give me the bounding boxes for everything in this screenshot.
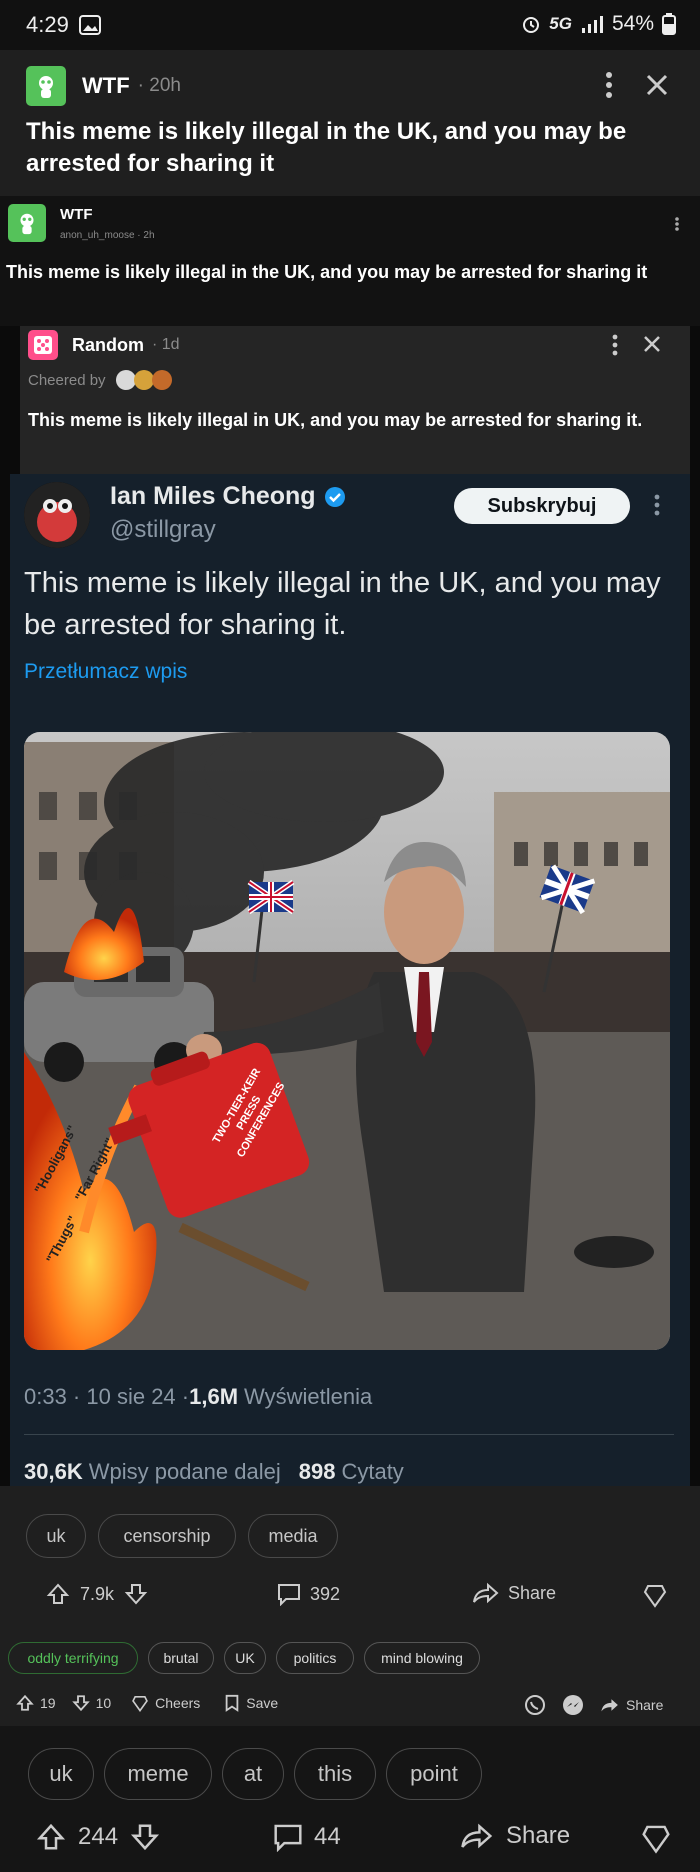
post-title[interactable]: This meme is likely illegal in the UK, a… [6,258,686,286]
embedded-actions: 19 10 Cheers Save Share [0,1686,700,1726]
upvote-icon[interactable] [36,1822,66,1852]
comment-icon[interactable] [272,1822,304,1852]
downvote-icon[interactable] [71,1694,90,1712]
cheered-by-label: Cheered by [28,371,106,389]
save-icon[interactable] [224,1694,240,1712]
status-time: 4:29 [26,12,101,38]
share-icon[interactable] [472,1582,500,1604]
flair-chip[interactable]: UK [224,1642,266,1674]
tweet-text: This meme is likely illegal in the UK, a… [24,567,661,641]
cheer-avatars-icon [114,368,174,392]
vote-count: 7.9k [80,1583,115,1604]
tag-chip[interactable]: media [248,1514,338,1558]
alien-icon [39,76,53,98]
save-label[interactable]: Save [246,1695,278,1711]
close-icon[interactable] [644,72,670,98]
embedded-post[interactable]: WTF anon_uh_moose · 2h This meme is like… [0,196,700,326]
comment-icon[interactable] [276,1582,302,1606]
community-avatar[interactable] [26,66,66,106]
tag-chip[interactable]: point [386,1748,482,1800]
post-age: · 1d [152,336,180,353]
vote-count: 244 [78,1823,119,1850]
tag-chip[interactable]: uk [26,1514,86,1558]
cheers-icon[interactable] [131,1694,149,1712]
upvote-count: 19 [40,1695,56,1711]
status-bar: 4:29 5G 54% [0,0,700,50]
post-title[interactable]: This meme is likely illegal in the UK, a… [26,116,666,180]
tag-chip[interactable]: at [222,1748,284,1800]
dice-icon [34,336,52,354]
whatsapp-icon[interactable] [524,1694,546,1716]
outer-post[interactable]: WTF · 20h This meme is likely illegal in… [0,50,700,196]
author-name[interactable]: Ian Miles Cheong [110,482,316,511]
downvote-icon[interactable] [130,1822,160,1852]
tag-chip[interactable]: censorship [98,1514,236,1558]
share-label[interactable]: Share [626,1697,663,1713]
flair-chip[interactable]: oddly terrifying [8,1642,138,1674]
tag-chip[interactable]: meme [104,1748,212,1800]
flair-chip[interactable]: brutal [148,1642,214,1674]
community-name[interactable]: WTF [60,206,92,223]
upvote-icon[interactable] [16,1694,34,1712]
more-options-icon[interactable] [654,494,660,516]
more-options-icon[interactable] [602,70,616,100]
flair-chip[interactable]: politics [276,1642,354,1674]
community-name[interactable]: WTF [82,73,130,99]
tag-chip[interactable]: uk [28,1748,94,1800]
messenger-icon[interactable] [562,1694,584,1716]
more-options-icon[interactable] [674,216,680,232]
battery-icon [662,13,676,35]
post-meta: anon_uh_moose · 2h [60,230,155,241]
share-icon[interactable] [460,1822,494,1850]
author-handle[interactable]: @stillgray [110,516,216,544]
signal-icon [580,15,604,33]
post-title[interactable]: This meme is likely illegal in UK, and y… [28,406,668,434]
comment-count: 392 [310,1583,341,1604]
battery-label: 54% [611,12,654,35]
subscribe-button[interactable]: Subskrybuj [454,488,630,524]
inner-post-footer: uk censorship media 7.9k 392 Share oddly… [0,1486,700,1706]
outer-post-footer: uk meme at this point 244 44 Share [0,1726,700,1872]
award-icon[interactable] [640,1822,672,1854]
downvote-count: 10 [95,1695,112,1711]
author-avatar[interactable] [24,482,90,548]
translate-link[interactable]: Przetłumacz wpis [24,660,187,684]
flair-chip[interactable]: mind blowing [364,1642,480,1674]
share-icon[interactable] [600,1697,620,1713]
close-icon[interactable] [642,334,662,354]
share-label[interactable]: Share [508,1583,556,1604]
tweet-stats: 30,6K Wpisy podane dalej 898 Cytaty [24,1459,404,1484]
tweet-card[interactable]: Ian Miles Cheong @stillgray Subskrybuj T… [10,474,690,1486]
downvote-icon[interactable] [124,1582,148,1606]
more-options-icon[interactable] [610,334,620,356]
post-age: · 20h [137,75,181,96]
comment-count: 44 [314,1823,341,1850]
community-name[interactable]: Random [72,335,144,356]
meme-image[interactable]: TWO-TIER-KEIR PRESS CONFERENCES "Hooliga… [24,732,670,1350]
cheers-label[interactable]: Cheers [155,1695,200,1711]
community-avatar[interactable] [28,330,58,360]
community-avatar[interactable] [8,204,46,242]
verified-icon [324,486,346,508]
inner-post[interactable]: Random · 1d Cheered by This meme is like… [20,326,690,474]
network-label: 5G [549,14,572,33]
upvote-icon[interactable] [46,1582,70,1606]
alarm-icon [521,14,541,34]
share-label[interactable]: Share [506,1822,570,1850]
tag-chip[interactable]: this [294,1748,376,1800]
tweet-meta: 0:33 · 10 sie 24 · 1,6M Wyświetlenia [24,1384,373,1409]
gallery-icon [78,15,101,35]
award-icon[interactable] [642,1582,668,1608]
alien-icon [20,213,34,235]
